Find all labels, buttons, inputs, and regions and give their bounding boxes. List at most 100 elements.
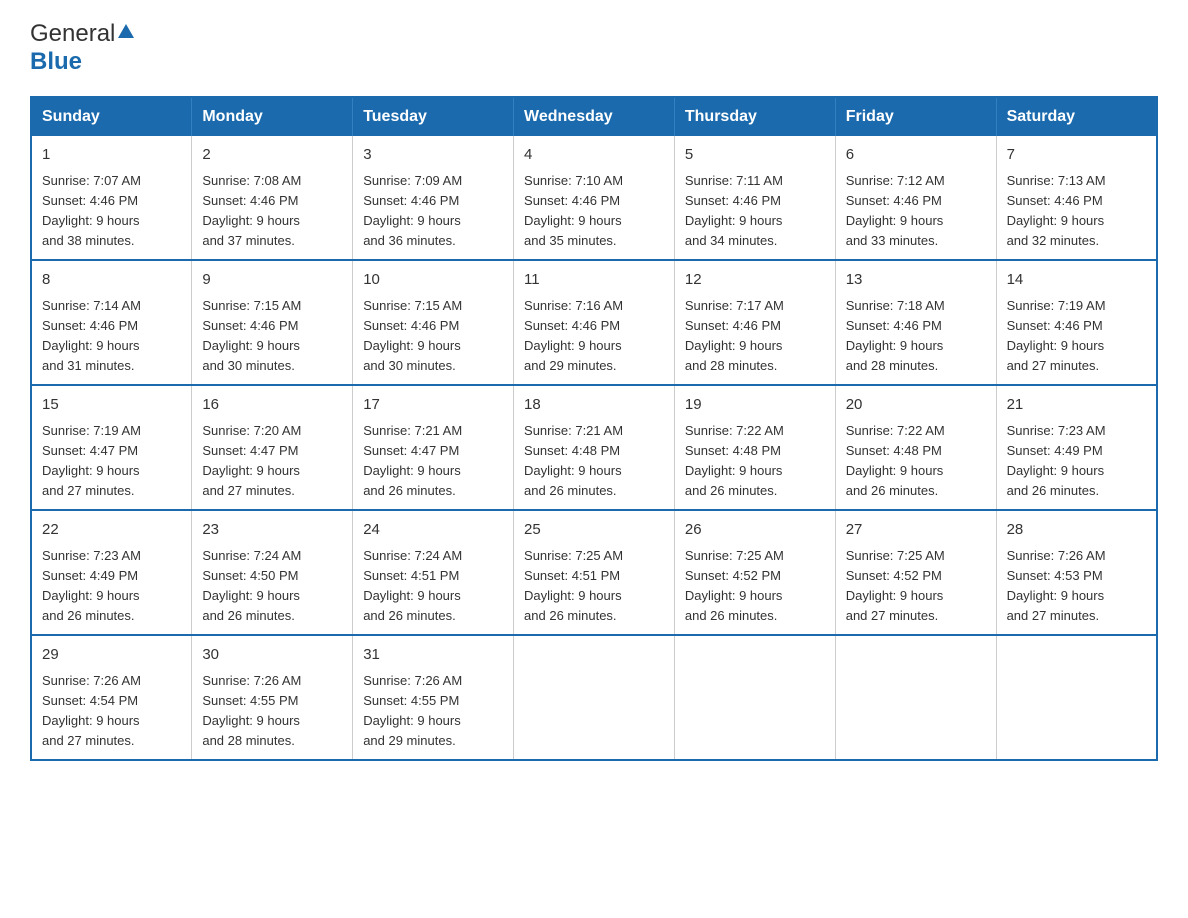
day-info: Sunrise: 7:10 AMSunset: 4:46 PMDaylight:… — [524, 173, 623, 248]
day-info: Sunrise: 7:20 AMSunset: 4:47 PMDaylight:… — [202, 423, 301, 498]
day-info: Sunrise: 7:08 AMSunset: 4:46 PMDaylight:… — [202, 173, 301, 248]
day-number: 2 — [202, 144, 342, 167]
day-number: 3 — [363, 144, 503, 167]
day-number: 10 — [363, 269, 503, 292]
day-info: Sunrise: 7:23 AMSunset: 4:49 PMDaylight:… — [1007, 423, 1106, 498]
calendar-cell: 18 Sunrise: 7:21 AMSunset: 4:48 PMDaylig… — [514, 385, 675, 510]
calendar-cell: 13 Sunrise: 7:18 AMSunset: 4:46 PMDaylig… — [835, 260, 996, 385]
day-number: 30 — [202, 644, 342, 667]
calendar-cell: 23 Sunrise: 7:24 AMSunset: 4:50 PMDaylig… — [192, 510, 353, 635]
calendar-week-row-5: 29 Sunrise: 7:26 AMSunset: 4:54 PMDaylig… — [31, 635, 1157, 760]
day-info: Sunrise: 7:26 AMSunset: 4:53 PMDaylight:… — [1007, 548, 1106, 623]
day-number: 13 — [846, 269, 986, 292]
weekday-header-thursday: Thursday — [674, 97, 835, 136]
day-info: Sunrise: 7:21 AMSunset: 4:47 PMDaylight:… — [363, 423, 462, 498]
day-info: Sunrise: 7:26 AMSunset: 4:55 PMDaylight:… — [363, 673, 462, 748]
day-number: 4 — [524, 144, 664, 167]
day-number: 8 — [42, 269, 181, 292]
day-info: Sunrise: 7:24 AMSunset: 4:51 PMDaylight:… — [363, 548, 462, 623]
weekday-header-wednesday: Wednesday — [514, 97, 675, 136]
day-info: Sunrise: 7:22 AMSunset: 4:48 PMDaylight:… — [846, 423, 945, 498]
day-number: 24 — [363, 519, 503, 542]
day-info: Sunrise: 7:23 AMSunset: 4:49 PMDaylight:… — [42, 548, 141, 623]
day-number: 26 — [685, 519, 825, 542]
day-number: 18 — [524, 394, 664, 417]
day-info: Sunrise: 7:25 AMSunset: 4:51 PMDaylight:… — [524, 548, 623, 623]
day-info: Sunrise: 7:11 AMSunset: 4:46 PMDaylight:… — [685, 173, 783, 248]
day-number: 14 — [1007, 269, 1146, 292]
day-info: Sunrise: 7:09 AMSunset: 4:46 PMDaylight:… — [363, 173, 462, 248]
logo: General Blue — [30, 20, 135, 76]
calendar-cell: 25 Sunrise: 7:25 AMSunset: 4:51 PMDaylig… — [514, 510, 675, 635]
day-info: Sunrise: 7:25 AMSunset: 4:52 PMDaylight:… — [685, 548, 784, 623]
day-number: 6 — [846, 144, 986, 167]
calendar-cell: 24 Sunrise: 7:24 AMSunset: 4:51 PMDaylig… — [353, 510, 514, 635]
calendar-cell: 26 Sunrise: 7:25 AMSunset: 4:52 PMDaylig… — [674, 510, 835, 635]
calendar-cell: 4 Sunrise: 7:10 AMSunset: 4:46 PMDayligh… — [514, 136, 675, 260]
calendar-cell: 10 Sunrise: 7:15 AMSunset: 4:46 PMDaylig… — [353, 260, 514, 385]
day-info: Sunrise: 7:07 AMSunset: 4:46 PMDaylight:… — [42, 173, 141, 248]
calendar-cell: 19 Sunrise: 7:22 AMSunset: 4:48 PMDaylig… — [674, 385, 835, 510]
calendar-week-row-4: 22 Sunrise: 7:23 AMSunset: 4:49 PMDaylig… — [31, 510, 1157, 635]
calendar-cell: 5 Sunrise: 7:11 AMSunset: 4:46 PMDayligh… — [674, 136, 835, 260]
day-number: 11 — [524, 269, 664, 292]
day-number: 28 — [1007, 519, 1146, 542]
day-info: Sunrise: 7:14 AMSunset: 4:46 PMDaylight:… — [42, 298, 141, 373]
day-info: Sunrise: 7:16 AMSunset: 4:46 PMDaylight:… — [524, 298, 623, 373]
day-number: 29 — [42, 644, 181, 667]
day-number: 5 — [685, 144, 825, 167]
page-header: General Blue — [30, 20, 1158, 76]
calendar-cell: 7 Sunrise: 7:13 AMSunset: 4:46 PMDayligh… — [996, 136, 1157, 260]
day-number: 19 — [685, 394, 825, 417]
day-info: Sunrise: 7:19 AMSunset: 4:46 PMDaylight:… — [1007, 298, 1106, 373]
day-number: 16 — [202, 394, 342, 417]
calendar-cell: 14 Sunrise: 7:19 AMSunset: 4:46 PMDaylig… — [996, 260, 1157, 385]
day-number: 23 — [202, 519, 342, 542]
weekday-header-tuesday: Tuesday — [353, 97, 514, 136]
weekday-header-sunday: Sunday — [31, 97, 192, 136]
day-info: Sunrise: 7:22 AMSunset: 4:48 PMDaylight:… — [685, 423, 784, 498]
weekday-header-saturday: Saturday — [996, 97, 1157, 136]
calendar-cell: 28 Sunrise: 7:26 AMSunset: 4:53 PMDaylig… — [996, 510, 1157, 635]
calendar-cell: 9 Sunrise: 7:15 AMSunset: 4:46 PMDayligh… — [192, 260, 353, 385]
day-info: Sunrise: 7:19 AMSunset: 4:47 PMDaylight:… — [42, 423, 141, 498]
calendar-cell: 1 Sunrise: 7:07 AMSunset: 4:46 PMDayligh… — [31, 136, 192, 260]
day-info: Sunrise: 7:15 AMSunset: 4:46 PMDaylight:… — [202, 298, 301, 373]
day-number: 22 — [42, 519, 181, 542]
calendar-cell: 30 Sunrise: 7:26 AMSunset: 4:55 PMDaylig… — [192, 635, 353, 760]
day-number: 1 — [42, 144, 181, 167]
calendar-week-row-2: 8 Sunrise: 7:14 AMSunset: 4:46 PMDayligh… — [31, 260, 1157, 385]
calendar-cell: 27 Sunrise: 7:25 AMSunset: 4:52 PMDaylig… — [835, 510, 996, 635]
day-number: 9 — [202, 269, 342, 292]
calendar-table: SundayMondayTuesdayWednesdayThursdayFrid… — [30, 96, 1158, 761]
day-info: Sunrise: 7:13 AMSunset: 4:46 PMDaylight:… — [1007, 173, 1106, 248]
calendar-cell: 29 Sunrise: 7:26 AMSunset: 4:54 PMDaylig… — [31, 635, 192, 760]
day-info: Sunrise: 7:17 AMSunset: 4:46 PMDaylight:… — [685, 298, 784, 373]
day-info: Sunrise: 7:21 AMSunset: 4:48 PMDaylight:… — [524, 423, 623, 498]
day-info: Sunrise: 7:15 AMSunset: 4:46 PMDaylight:… — [363, 298, 462, 373]
day-info: Sunrise: 7:12 AMSunset: 4:46 PMDaylight:… — [846, 173, 945, 248]
calendar-cell: 3 Sunrise: 7:09 AMSunset: 4:46 PMDayligh… — [353, 136, 514, 260]
day-info: Sunrise: 7:18 AMSunset: 4:46 PMDaylight:… — [846, 298, 945, 373]
day-number: 27 — [846, 519, 986, 542]
day-number: 15 — [42, 394, 181, 417]
day-number: 20 — [846, 394, 986, 417]
calendar-cell: 15 Sunrise: 7:19 AMSunset: 4:47 PMDaylig… — [31, 385, 192, 510]
calendar-cell — [996, 635, 1157, 760]
calendar-cell: 2 Sunrise: 7:08 AMSunset: 4:46 PMDayligh… — [192, 136, 353, 260]
logo-triangle-icon — [117, 22, 135, 45]
weekday-header-monday: Monday — [192, 97, 353, 136]
calendar-cell: 16 Sunrise: 7:20 AMSunset: 4:47 PMDaylig… — [192, 385, 353, 510]
day-info: Sunrise: 7:25 AMSunset: 4:52 PMDaylight:… — [846, 548, 945, 623]
calendar-week-row-1: 1 Sunrise: 7:07 AMSunset: 4:46 PMDayligh… — [31, 136, 1157, 260]
calendar-cell: 12 Sunrise: 7:17 AMSunset: 4:46 PMDaylig… — [674, 260, 835, 385]
calendar-cell: 8 Sunrise: 7:14 AMSunset: 4:46 PMDayligh… — [31, 260, 192, 385]
calendar-cell: 20 Sunrise: 7:22 AMSunset: 4:48 PMDaylig… — [835, 385, 996, 510]
day-info: Sunrise: 7:26 AMSunset: 4:54 PMDaylight:… — [42, 673, 141, 748]
calendar-cell — [835, 635, 996, 760]
calendar-week-row-3: 15 Sunrise: 7:19 AMSunset: 4:47 PMDaylig… — [31, 385, 1157, 510]
day-number: 25 — [524, 519, 664, 542]
weekday-header-friday: Friday — [835, 97, 996, 136]
day-info: Sunrise: 7:26 AMSunset: 4:55 PMDaylight:… — [202, 673, 301, 748]
calendar-cell: 11 Sunrise: 7:16 AMSunset: 4:46 PMDaylig… — [514, 260, 675, 385]
